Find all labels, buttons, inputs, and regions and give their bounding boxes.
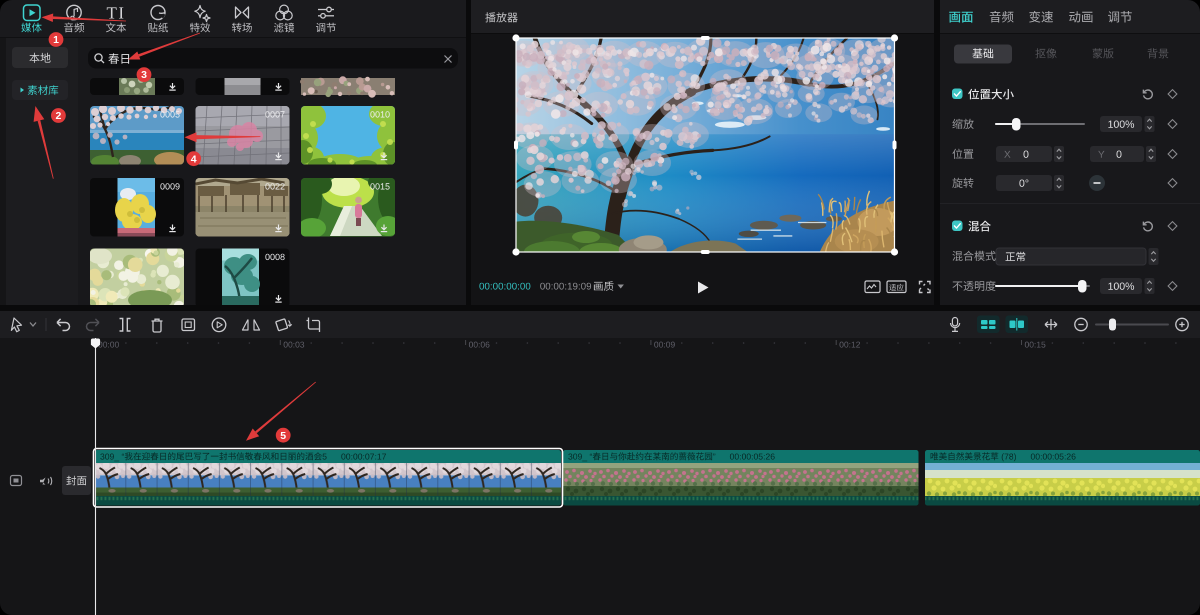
- svg-text:4: 4: [191, 153, 197, 165]
- svg-text:3: 3: [141, 69, 147, 81]
- svg-text:5: 5: [280, 430, 286, 442]
- svg-text:1: 1: [53, 34, 59, 46]
- svg-text:2: 2: [55, 110, 61, 122]
